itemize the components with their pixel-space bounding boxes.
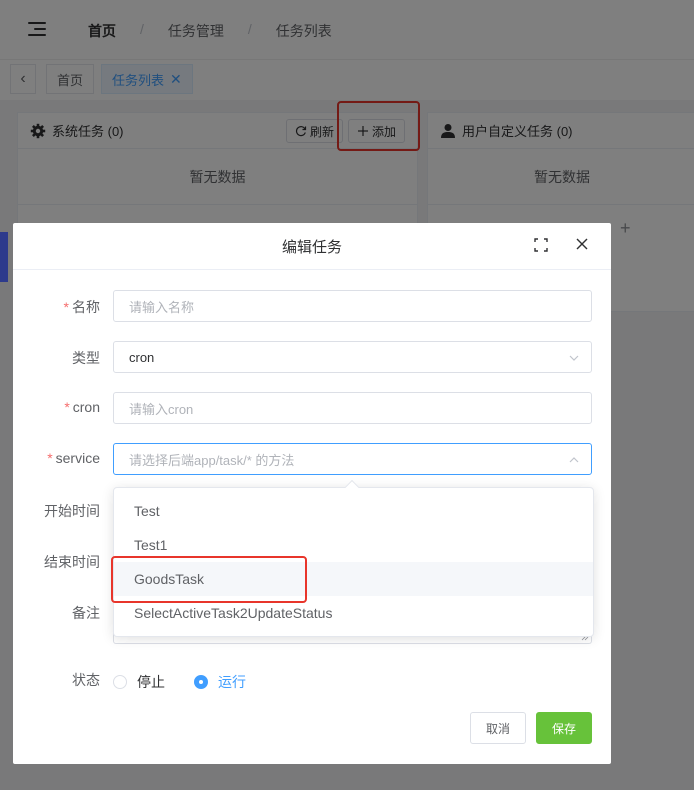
service-label: * service xyxy=(13,450,100,466)
start-time-label: 开始时间 xyxy=(44,503,100,519)
dropdown-option[interactable]: Test xyxy=(114,494,593,528)
required-mark: * xyxy=(64,399,70,415)
required-mark: * xyxy=(47,450,53,466)
label-text: 名称 xyxy=(72,299,100,315)
cron-label: * cron xyxy=(13,399,100,415)
chevron-up-icon xyxy=(569,457,579,463)
name-input[interactable]: 请输入名称 xyxy=(113,290,592,322)
radio-circle xyxy=(194,675,208,689)
close-icon[interactable] xyxy=(575,237,589,251)
type-label: 类型 xyxy=(72,350,100,366)
chevron-down-icon xyxy=(569,355,579,361)
status-radio-stop[interactable]: 停止 xyxy=(113,672,165,692)
fullscreen-icon[interactable] xyxy=(534,238,548,252)
cancel-button[interactable]: 取消 xyxy=(470,712,527,744)
dialog-title: 编辑任务 xyxy=(281,238,342,256)
dialog-divider xyxy=(13,269,611,270)
status-label: 状态 xyxy=(72,672,100,688)
edit-task-dialog: 编辑任务 * 名称 请输入名称 类型 cron * cron 请输入cron * se… xyxy=(13,223,611,764)
required-mark: * xyxy=(63,299,69,315)
type-select[interactable]: cron xyxy=(113,341,592,373)
end-time-label: 结束时间 xyxy=(44,554,100,570)
label-text: service xyxy=(55,450,100,466)
radio-label: 停止 xyxy=(137,674,165,690)
save-button[interactable]: 保存 xyxy=(536,712,593,744)
service-select[interactable]: 请选择后端app/task/* 的方法 xyxy=(113,443,592,475)
name-label: * 名称 xyxy=(13,297,100,317)
remark-label: 备注 xyxy=(72,605,100,621)
type-value: cron xyxy=(129,349,155,365)
status-radio-run[interactable]: 运行 xyxy=(194,672,246,692)
service-placeholder: 请选择后端app/task/* 的方法 xyxy=(129,452,295,468)
radio-label: 运行 xyxy=(218,674,246,690)
radio-circle xyxy=(113,675,127,689)
dropdown-arrow xyxy=(344,479,360,495)
label-text: cron xyxy=(72,399,100,415)
sidebar-edge xyxy=(0,232,8,282)
cron-input[interactable]: 请输入cron xyxy=(113,392,592,424)
annotation-highlight xyxy=(111,556,307,603)
